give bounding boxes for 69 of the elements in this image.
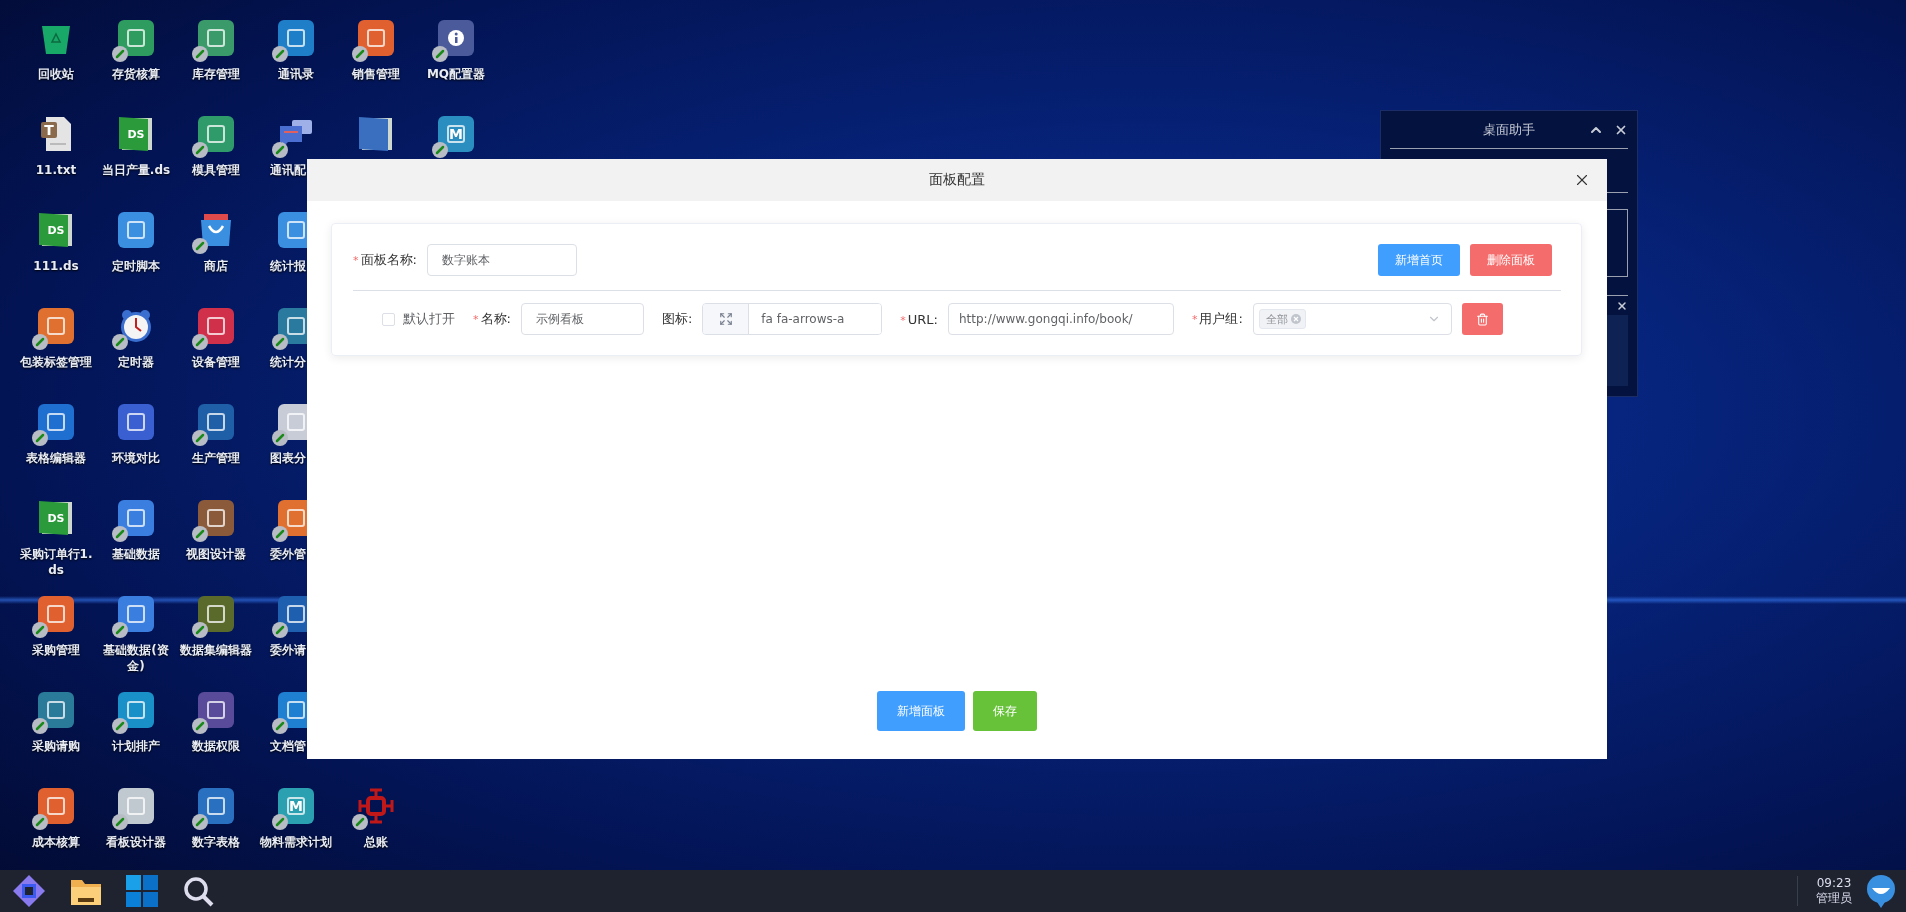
- desktop-icon-label[interactable]: 看板设计器: [98, 834, 174, 850]
- icon-field[interactable]: fa fa-arrows-a: [702, 303, 883, 335]
- desktop-icon-label[interactable]: 采购订单行1.ds: [18, 546, 94, 578]
- desktop-icon-label[interactable]: MQ配置器: [418, 66, 494, 82]
- desktop-icon-label[interactable]: 物料需求计划: [258, 834, 334, 850]
- desktop-icon-label[interactable]: 视图设计器: [178, 546, 254, 562]
- delete-button[interactable]: [1461, 303, 1503, 335]
- checkbox-label: 默认打开: [403, 310, 455, 328]
- desktop-icon-label[interactable]: 统计报: [270, 258, 310, 274]
- desktop-icon-label[interactable]: 计划排产: [98, 738, 174, 754]
- desktop-icon-label[interactable]: 图表分: [270, 450, 310, 466]
- icon-letter: T: [44, 123, 54, 137]
- desktop-icon-label[interactable]: 包装标签管理: [18, 354, 94, 370]
- desktop-icon-label[interactable]: 定时器: [98, 354, 174, 370]
- desktop-icon-label[interactable]: 成本核算: [18, 834, 94, 850]
- desktop-icon-label[interactable]: 委外管: [270, 546, 310, 562]
- desktop-icon-label[interactable]: 文档管: [270, 738, 310, 754]
- desktop-icon-label[interactable]: 存货核算: [98, 66, 174, 82]
- name-field[interactable]: 示例看板: [520, 303, 644, 335]
- desktop-icon-label[interactable]: 委外请: [270, 642, 310, 658]
- desktop-icon-label[interactable]: 11.txt: [18, 162, 94, 178]
- trash-icon: [1475, 312, 1489, 326]
- field-label: *面板名称:: [353, 251, 417, 269]
- icon-letter: M: [289, 799, 303, 813]
- field-label: *名称:: [473, 310, 511, 328]
- desktop-icon-label[interactable]: 数字表格: [178, 834, 254, 850]
- desktop-icon-label[interactable]: 销售管理: [338, 66, 414, 82]
- desktop-icon-label[interactable]: 环境对比: [98, 450, 174, 466]
- icon-letter: DS: [47, 224, 65, 236]
- icon-letter: DS: [127, 128, 145, 140]
- field-label: 图标:: [661, 310, 693, 328]
- desktop-icon-label[interactable]: 表格编辑器: [18, 450, 94, 466]
- clock-time: 09:23: [1816, 876, 1852, 891]
- desktop-icon-label[interactable]: 数据集编辑器: [178, 642, 254, 658]
- user-name: 管理员: [1816, 891, 1852, 906]
- desktop-icon-label[interactable]: 库存管理: [178, 66, 254, 82]
- desktop-icon-label[interactable]: 通讯录: [258, 66, 334, 82]
- desktop-icon-label[interactable]: 定时脚本: [98, 258, 174, 274]
- search-icon[interactable]: [182, 875, 214, 907]
- tag: 全部: [1258, 309, 1306, 329]
- desktop-icon-label[interactable]: 数据权限: [178, 738, 254, 754]
- desktop-icon-label[interactable]: 商店: [178, 258, 254, 274]
- checkbox[interactable]: [382, 312, 395, 326]
- desktop-icon-label[interactable]: 基础数据: [98, 546, 174, 562]
- desktop-icon-label[interactable]: 基础数据(资金): [98, 642, 174, 674]
- start-button[interactable]: [12, 874, 46, 908]
- assistant-avatar-icon[interactable]: [1864, 874, 1898, 908]
- dialog-title: 面板配置: [929, 171, 985, 189]
- desktop-icon-label[interactable]: 设备管理: [178, 354, 254, 370]
- field-label: *URL:: [900, 311, 938, 327]
- desktop-icon-label[interactable]: 总账: [338, 834, 414, 850]
- desktop-icon-label[interactable]: 统计分: [270, 354, 310, 370]
- icon-letter: DS: [47, 512, 65, 524]
- desktop-icon-label[interactable]: 当日产量.ds: [98, 162, 174, 178]
- field-label: *用户组:: [1191, 310, 1243, 328]
- desktop-icon-label[interactable]: 采购管理: [18, 642, 94, 658]
- windows-grid-icon[interactable]: [126, 875, 158, 907]
- desktop-icon-label[interactable]: 采购请购: [18, 738, 94, 754]
- expand-arrows-icon: [718, 312, 733, 326]
- panel-name-field[interactable]: 数字账本: [426, 244, 577, 276]
- desktop-icon-label[interactable]: 回收站: [18, 66, 94, 82]
- desktop-icon-label[interactable]: 生产管理: [178, 450, 254, 466]
- desktop-icon-label[interactable]: 模具管理: [178, 162, 254, 178]
- close-icon[interactable]: [1616, 299, 1628, 312]
- url-field[interactable]: http://www.gongqi.info/book/: [947, 303, 1174, 335]
- desktop-icon-label[interactable]: 通讯配: [270, 162, 310, 178]
- panel-title: 桌面助手: [1482, 120, 1536, 139]
- icon-letter: M: [449, 127, 463, 141]
- desktop-icon-label[interactable]: 111.ds: [18, 258, 94, 274]
